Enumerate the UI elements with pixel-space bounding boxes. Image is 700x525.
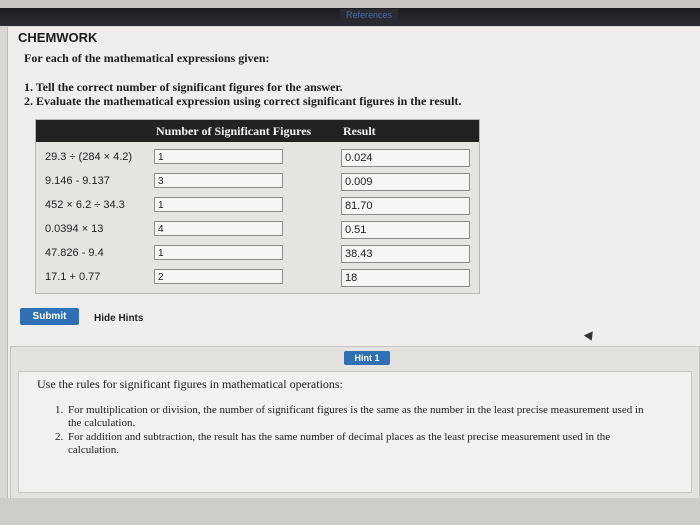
hint-item: 2. For addition and subtraction, the res… xyxy=(55,431,655,457)
browser-edge xyxy=(0,0,700,8)
intro-text: For each of the mathematical expressions… xyxy=(24,51,270,65)
hint-item: 1. For multiplication or division, the n… xyxy=(55,404,655,430)
answer-table: Number of Significant Figures Result 29.… xyxy=(35,119,480,294)
question-panel: CHEMWORK For each of the mathematical ex… xyxy=(7,27,700,525)
result-input[interactable]: 0.51 xyxy=(341,221,470,239)
step-2: 2. Evaluate the mathematical expression … xyxy=(24,94,462,108)
submit-button[interactable]: Submit xyxy=(20,308,79,325)
expression: 9.146 - 9.137 xyxy=(45,175,110,187)
expression: 29.3 ÷ (284 × 4.2) xyxy=(45,151,133,163)
expression: 47.826 - 9.4 xyxy=(45,247,104,259)
sig-figs-input[interactable]: 1 xyxy=(154,149,283,164)
table-row: 47.826 - 9.4 1 38.43 xyxy=(36,245,479,269)
expression: 452 × 6.2 ÷ 34.3 xyxy=(45,199,125,211)
table-row: 9.146 - 9.137 3 0.009 xyxy=(36,173,479,197)
result-input[interactable]: 0.009 xyxy=(341,173,470,191)
result-input[interactable]: 38.43 xyxy=(341,245,470,263)
step-1: 1. Tell the correct number of significan… xyxy=(24,80,343,94)
result-input[interactable]: 81.70 xyxy=(341,197,470,215)
table-row: 29.3 ÷ (284 × 4.2) 1 0.024 xyxy=(36,149,479,173)
hide-hints-link[interactable]: Hide Hints xyxy=(94,313,143,324)
references-link[interactable]: References xyxy=(340,9,399,22)
sig-figs-input[interactable]: 2 xyxy=(154,269,283,284)
bottom-edge xyxy=(0,498,700,525)
hint-item-number: 1. xyxy=(55,404,64,416)
top-bar: References xyxy=(0,8,700,26)
hint-panel: Hint 1 Use the rules for significant fig… xyxy=(10,346,700,500)
result-input[interactable]: 18 xyxy=(341,269,470,287)
table-header: Number of Significant Figures Result xyxy=(36,120,479,142)
hint-body: Use the rules for significant figures in… xyxy=(18,371,692,493)
section-title: CHEMWORK xyxy=(18,30,98,45)
expression: 0.0394 × 13 xyxy=(45,223,104,235)
expression: 17.1 + 0.77 xyxy=(45,271,101,283)
instruction-steps: 1. Tell the correct number of significan… xyxy=(24,80,461,108)
table-row: 0.0394 × 13 4 0.51 xyxy=(36,221,479,245)
column-header-result: Result xyxy=(343,124,376,138)
hint-intro: Use the rules for significant figures in… xyxy=(37,377,343,391)
sig-figs-input[interactable]: 4 xyxy=(154,221,283,236)
column-header-sig-figs: Number of Significant Figures xyxy=(156,124,312,138)
sig-figs-input[interactable]: 1 xyxy=(154,197,283,212)
hint-item-text: For multiplication or division, the numb… xyxy=(68,404,644,429)
hint-tab[interactable]: Hint 1 xyxy=(344,351,390,365)
table-row: 17.1 + 0.77 2 18 xyxy=(36,269,479,293)
hint-list: 1. For multiplication or division, the n… xyxy=(55,404,655,458)
sig-figs-input[interactable]: 3 xyxy=(154,173,283,188)
hint-item-number: 2. xyxy=(55,431,64,443)
table-row: 452 × 6.2 ÷ 34.3 1 81.70 xyxy=(36,197,479,221)
result-input[interactable]: 0.024 xyxy=(341,149,470,167)
hint-item-text: For addition and subtraction, the result… xyxy=(68,431,611,456)
sig-figs-input[interactable]: 1 xyxy=(154,245,283,260)
